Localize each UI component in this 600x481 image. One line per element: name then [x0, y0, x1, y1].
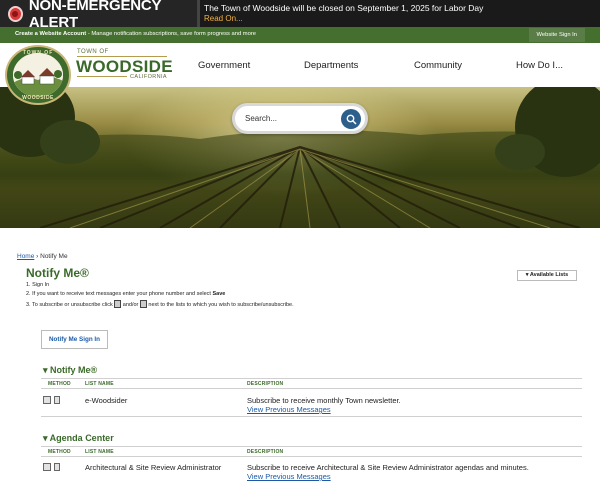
list-name: e-Woodsider	[85, 396, 128, 405]
email-subscribe-icon[interactable]	[43, 463, 51, 471]
sms-subscribe-icon[interactable]	[54, 463, 60, 471]
create-account-desc: - Manage notification subscriptions, sav…	[86, 31, 257, 37]
instruction-step-2: 2. If you want to receive text messages …	[26, 291, 225, 297]
website-signin-button[interactable]: Website Sign In	[528, 28, 585, 42]
nav-departments[interactable]: Departments	[304, 60, 358, 71]
section-notify-me-toggle[interactable]: ▾ Notify Me®	[43, 365, 97, 376]
seal-bottom-text: WOODSIDE	[22, 95, 54, 101]
instruction-step-3: 3. To subscribe or unsubscribe click and…	[26, 300, 294, 308]
header-description: DESCRIPTION	[247, 381, 284, 387]
step-2-text: 2. If you want to receive text messages …	[26, 291, 213, 297]
instruction-step-1: 1. Sign In	[26, 282, 50, 288]
header-list-name: LIST NAME	[85, 381, 114, 387]
alert-icon	[8, 5, 23, 22]
brand-town-of: TOWN OF	[77, 49, 109, 55]
alert-title: NON-EMERGENCY ALERT	[28, 0, 162, 31]
step-3-text-b: and/or	[121, 302, 140, 308]
breadcrumb-current: Notify Me	[40, 253, 68, 260]
alert-banner: NON-EMERGENCY ALERT The Town of Woodside…	[0, 0, 600, 31]
step-3-text-a: 3. To subscribe or unsubscribe click	[26, 302, 115, 308]
breadcrumb: Home › Notify Me	[17, 253, 68, 260]
alert-message: The Town of Woodside will be closed on S…	[204, 3, 484, 13]
row-divider	[41, 416, 582, 417]
view-previous-messages-link[interactable]: View Previous Messages	[247, 405, 331, 414]
alert-badge: NON-EMERGENCY ALERT	[0, 0, 197, 31]
seal-image	[13, 53, 63, 97]
header-description: DESCRIPTION	[247, 449, 284, 455]
available-lists-button[interactable]: ▾ Available Lists	[517, 270, 577, 281]
header-method: METHOD	[48, 449, 71, 455]
table-header: METHOD LIST NAME DESCRIPTION	[41, 378, 582, 389]
account-create-text[interactable]: Create a Website Account - Manage notifi…	[15, 31, 256, 37]
header-method: METHOD	[48, 381, 71, 387]
town-seal-logo[interactable]: TOWN OF WOODSIDE	[5, 45, 71, 105]
sms-icon	[139, 300, 147, 308]
sms-subscribe-icon[interactable]	[54, 396, 60, 404]
brand-rule-2	[77, 76, 127, 77]
list-description: Subscribe to receive monthly Town newsle…	[247, 396, 401, 405]
account-bar: Create a Website Account - Manage notifi…	[0, 27, 600, 43]
notify-me-signin-button[interactable]: Notify Me Sign In	[41, 330, 108, 349]
nav-community[interactable]: Community	[414, 60, 462, 71]
breadcrumb-home[interactable]: Home	[17, 253, 34, 260]
section-agenda-center-toggle[interactable]: ▾ Agenda Center	[43, 433, 114, 444]
search-icon	[346, 114, 357, 125]
header-list-name: LIST NAME	[85, 449, 114, 455]
search-box[interactable]: Search...	[232, 103, 368, 134]
nav-government[interactable]: Government	[198, 60, 250, 71]
alert-read-on-link[interactable]: Read On...	[204, 14, 243, 23]
list-name: Architectural & Site Review Administrato…	[85, 463, 222, 472]
email-subscribe-icon[interactable]	[43, 396, 51, 404]
alert-divider	[197, 0, 200, 27]
list-description: Subscribe to receive Architectural & Sit…	[247, 463, 529, 472]
nav-how-do-i[interactable]: How Do I...	[516, 60, 563, 71]
step-3-text-c: next to the lists to which you wish to s…	[146, 302, 294, 308]
search-input[interactable]: Search...	[245, 114, 277, 123]
table-header: METHOD LIST NAME DESCRIPTION	[41, 446, 582, 457]
search-button[interactable]	[341, 109, 361, 129]
create-account-link[interactable]: Create a Website Account	[15, 31, 86, 37]
page-title: Notify Me®	[26, 266, 89, 280]
step-2-bold: Save	[212, 291, 226, 297]
brand-state: CALIFORNIA	[130, 74, 168, 80]
